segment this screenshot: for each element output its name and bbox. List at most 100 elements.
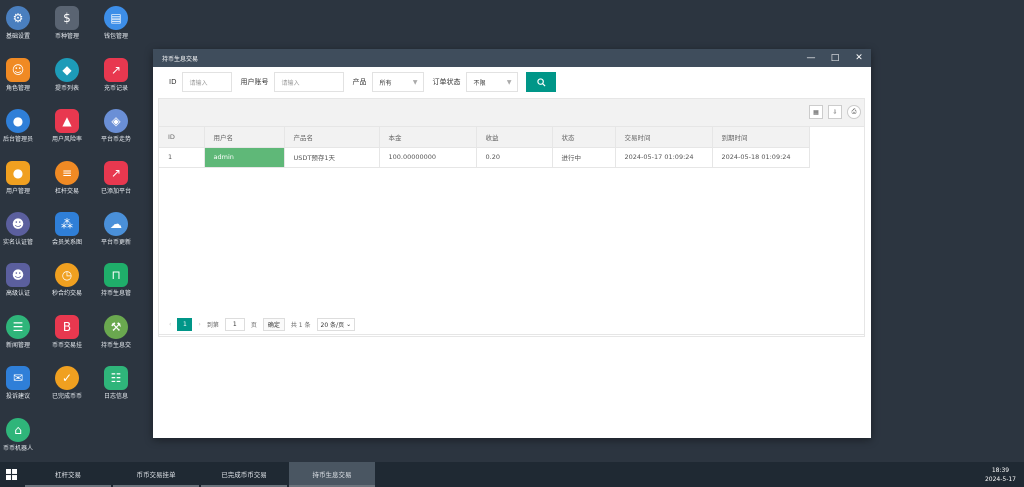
desktop-shortcut[interactable]: ◷ 秒合约交易 — [44, 259, 90, 307]
network-icon: ⁂ — [55, 212, 79, 236]
table-row[interactable]: 1 admin USDT预存1天 100.00000000 0.20 进行中 2024-05… — [159, 147, 810, 168]
mail-icon: ✉ — [6, 366, 30, 390]
column-header[interactable]: 产品名 — [284, 127, 380, 148]
desktop-shortcut-label: 角色管理 — [5, 85, 30, 92]
desktop-shortcut-label: 用户管理 — [5, 188, 30, 195]
window-titlebar[interactable]: 持币生息交易 — □ ✕ — [153, 49, 871, 67]
desktop-shortcut[interactable]: ◈ 平台币走势 — [93, 105, 139, 153]
id-label: ID — [169, 78, 177, 86]
column-header[interactable]: 状态 — [552, 127, 616, 148]
taskbar-item-active[interactable]: 持币生息交易 — [289, 462, 375, 487]
page-unit-label: 页 — [250, 322, 257, 329]
admin-user-icon: ● — [6, 109, 30, 133]
column-header[interactable]: 交易时间 — [615, 127, 713, 148]
desktop-shortcut-label: 投诉建议 — [5, 393, 30, 400]
trend-icon: ↗ — [104, 161, 128, 185]
total-count: 共 1 条 — [290, 322, 311, 329]
column-header[interactable]: 本金 — [379, 127, 477, 148]
desktop-shortcut[interactable]: $ 币种管理 — [44, 2, 90, 50]
table-cell: 1 — [159, 147, 205, 168]
desktop-shortcut-label: 币币机器人 — [2, 445, 33, 452]
desktop-shortcut-label: 币种管理 — [54, 33, 79, 40]
desktop-shortcut-label: 平台币更新 — [100, 239, 131, 246]
windows-start-icon[interactable] — [6, 469, 17, 480]
desktop-shortcut[interactable]: ◆ 提币列表 — [44, 54, 90, 102]
product-select[interactable]: 所有 ▼ — [372, 72, 425, 92]
search-icon — [537, 77, 546, 87]
bitcoin-box-icon: B — [55, 315, 79, 339]
desktop-shortcut[interactable]: ☻ 实名认证管 — [0, 208, 41, 256]
desktop-shortcut[interactable]: ✓ 已完成币币 — [44, 362, 90, 410]
status-select-value: 不限 — [473, 79, 486, 87]
desktop-shortcut[interactable]: ✉ 投诉建议 — [0, 362, 41, 410]
filter-bar: ID 请输入 用户账号 请输入 产品 所有 ▼ 订单状态 不限 ▼ — [153, 67, 871, 97]
prev-page-button[interactable]: ‹ — [169, 321, 171, 328]
desktop-shortcut-label: 充币记录 — [103, 85, 128, 92]
layers-icon: ◈ — [104, 109, 128, 133]
desktop-shortcut-label: 高级认证 — [5, 290, 30, 297]
desktop-shortcut[interactable]: B 币币交易挂 — [44, 311, 90, 359]
search-button[interactable] — [526, 72, 557, 92]
column-header[interactable]: 收益 — [476, 127, 553, 148]
taskbar-item[interactable]: 已完成币币交易 — [201, 462, 287, 487]
desktop-shortcut-label: 平台币走势 — [100, 136, 131, 143]
export-icon[interactable]: ⇩ — [828, 105, 842, 119]
column-header[interactable]: 到期时间 — [712, 127, 810, 148]
table-header-row: ID 用户名 产品名 本金 收益 状态 交易时间 到期时间 — [159, 127, 810, 148]
desktop-icons: ⚙ 基础设置 $ 币种管理 ▤ 钱包管理 ☺ 角色管理 ◆ 提币列表 ↗ 充币记录 ● 后台管理员 ▲ 用户风… — [0, 0, 150, 462]
print-icon[interactable]: ⎙ — [847, 105, 861, 119]
table-cell: USDT预存1天 — [284, 147, 380, 168]
taskbar-item[interactable]: 杠杆交易 — [25, 462, 111, 487]
desktop-shortcut[interactable]: ☺ 角色管理 — [0, 54, 41, 102]
desktop-shortcut[interactable]: ● 后台管理员 — [0, 105, 41, 153]
goto-page-input[interactable]: 1 — [224, 318, 245, 331]
desktop-shortcut[interactable]: ⊓ 持币生息管 — [93, 259, 139, 307]
status-select[interactable]: 不限 ▼ — [466, 72, 519, 92]
page-size-select[interactable]: 20 条/页 ⌄ — [316, 318, 356, 331]
goto-confirm-button[interactable]: 确定 — [262, 318, 285, 331]
desktop-shortcut[interactable]: ☻ 高级认证 — [0, 259, 41, 307]
desktop-shortcut-label: 已添加平台 — [100, 188, 131, 195]
data-table-container: ▦ ⇩ ⎙ ID 用户名 产品名 本金 收益 状态 交易时间 到期时间 1 admin USDT预… — [158, 98, 865, 335]
orders-table: ID 用户名 产品名 本金 收益 状态 交易时间 到期时间 1 admin USDT预存1天 100… — [159, 127, 810, 168]
column-header[interactable]: 用户名 — [204, 127, 285, 148]
columns-filter-icon[interactable]: ▦ — [809, 105, 823, 119]
alarm-light-icon: ▲ — [55, 109, 79, 133]
product-select-value: 所有 — [379, 79, 392, 87]
desktop-shortcut-label: 秒合约交易 — [51, 290, 82, 297]
desktop-shortcut[interactable]: ⚒ 持币生息交 — [93, 311, 139, 359]
taskbar-item[interactable]: 币币交易挂单 — [113, 462, 199, 487]
table-cell: 进行中 — [552, 147, 616, 168]
account-input[interactable]: 请输入 — [274, 72, 345, 92]
next-page-button[interactable]: › — [198, 321, 200, 328]
table-cell: admin — [204, 147, 285, 168]
desktop-shortcut[interactable]: ↗ 已添加平台 — [93, 157, 139, 205]
desktop-shortcut[interactable]: ⁂ 会员关系图 — [44, 208, 90, 256]
desktop-shortcut[interactable]: ● 用户管理 — [0, 157, 41, 205]
id-input[interactable]: 请输入 — [182, 72, 233, 92]
close-button[interactable]: ✕ — [847, 53, 871, 63]
desktop-shortcut[interactable]: ▤ 钱包管理 — [93, 2, 139, 50]
table-cell: 2024-05-17 01:09:24 — [615, 147, 713, 168]
desktop-shortcut[interactable]: ☁ 平台币更新 — [93, 208, 139, 256]
desktop-shortcut-label: 基础设置 — [5, 33, 30, 40]
desktop-shortcut[interactable]: ☷ 日志信息 — [93, 362, 139, 410]
desktop-shortcut[interactable]: ≡ 杠杆交易 — [44, 157, 90, 205]
maximize-button[interactable]: □ — [823, 53, 847, 63]
current-page[interactable]: 1 — [177, 318, 193, 331]
desktop-shortcut[interactable]: ☰ 新闻管理 — [0, 311, 41, 359]
robot-icon: ⌂ — [6, 418, 30, 442]
system-clock[interactable]: 18:39 2024-5-17 — [985, 466, 1016, 484]
document-icon: ☰ — [6, 315, 30, 339]
desktop-shortcut[interactable]: ⚙ 基础设置 — [0, 2, 41, 50]
column-header[interactable]: ID — [159, 127, 205, 148]
desktop-shortcut[interactable]: ▲ 用户风险率 — [44, 105, 90, 153]
desktop-shortcut-label: 杠杆交易 — [54, 188, 79, 195]
minimize-button[interactable]: — — [799, 53, 823, 63]
stack-icon: ≡ — [55, 161, 79, 185]
desktop-shortcut-label: 用户风险率 — [51, 136, 82, 143]
desktop-shortcut[interactable]: ⌂ 币币机器人 — [0, 414, 41, 462]
taskbar: 杠杆交易 币币交易挂单 已完成币币交易 持币生息交易 18:39 2024-5-… — [0, 462, 1024, 487]
status-label: 订单状态 — [432, 78, 461, 86]
desktop-shortcut[interactable]: ↗ 充币记录 — [93, 54, 139, 102]
